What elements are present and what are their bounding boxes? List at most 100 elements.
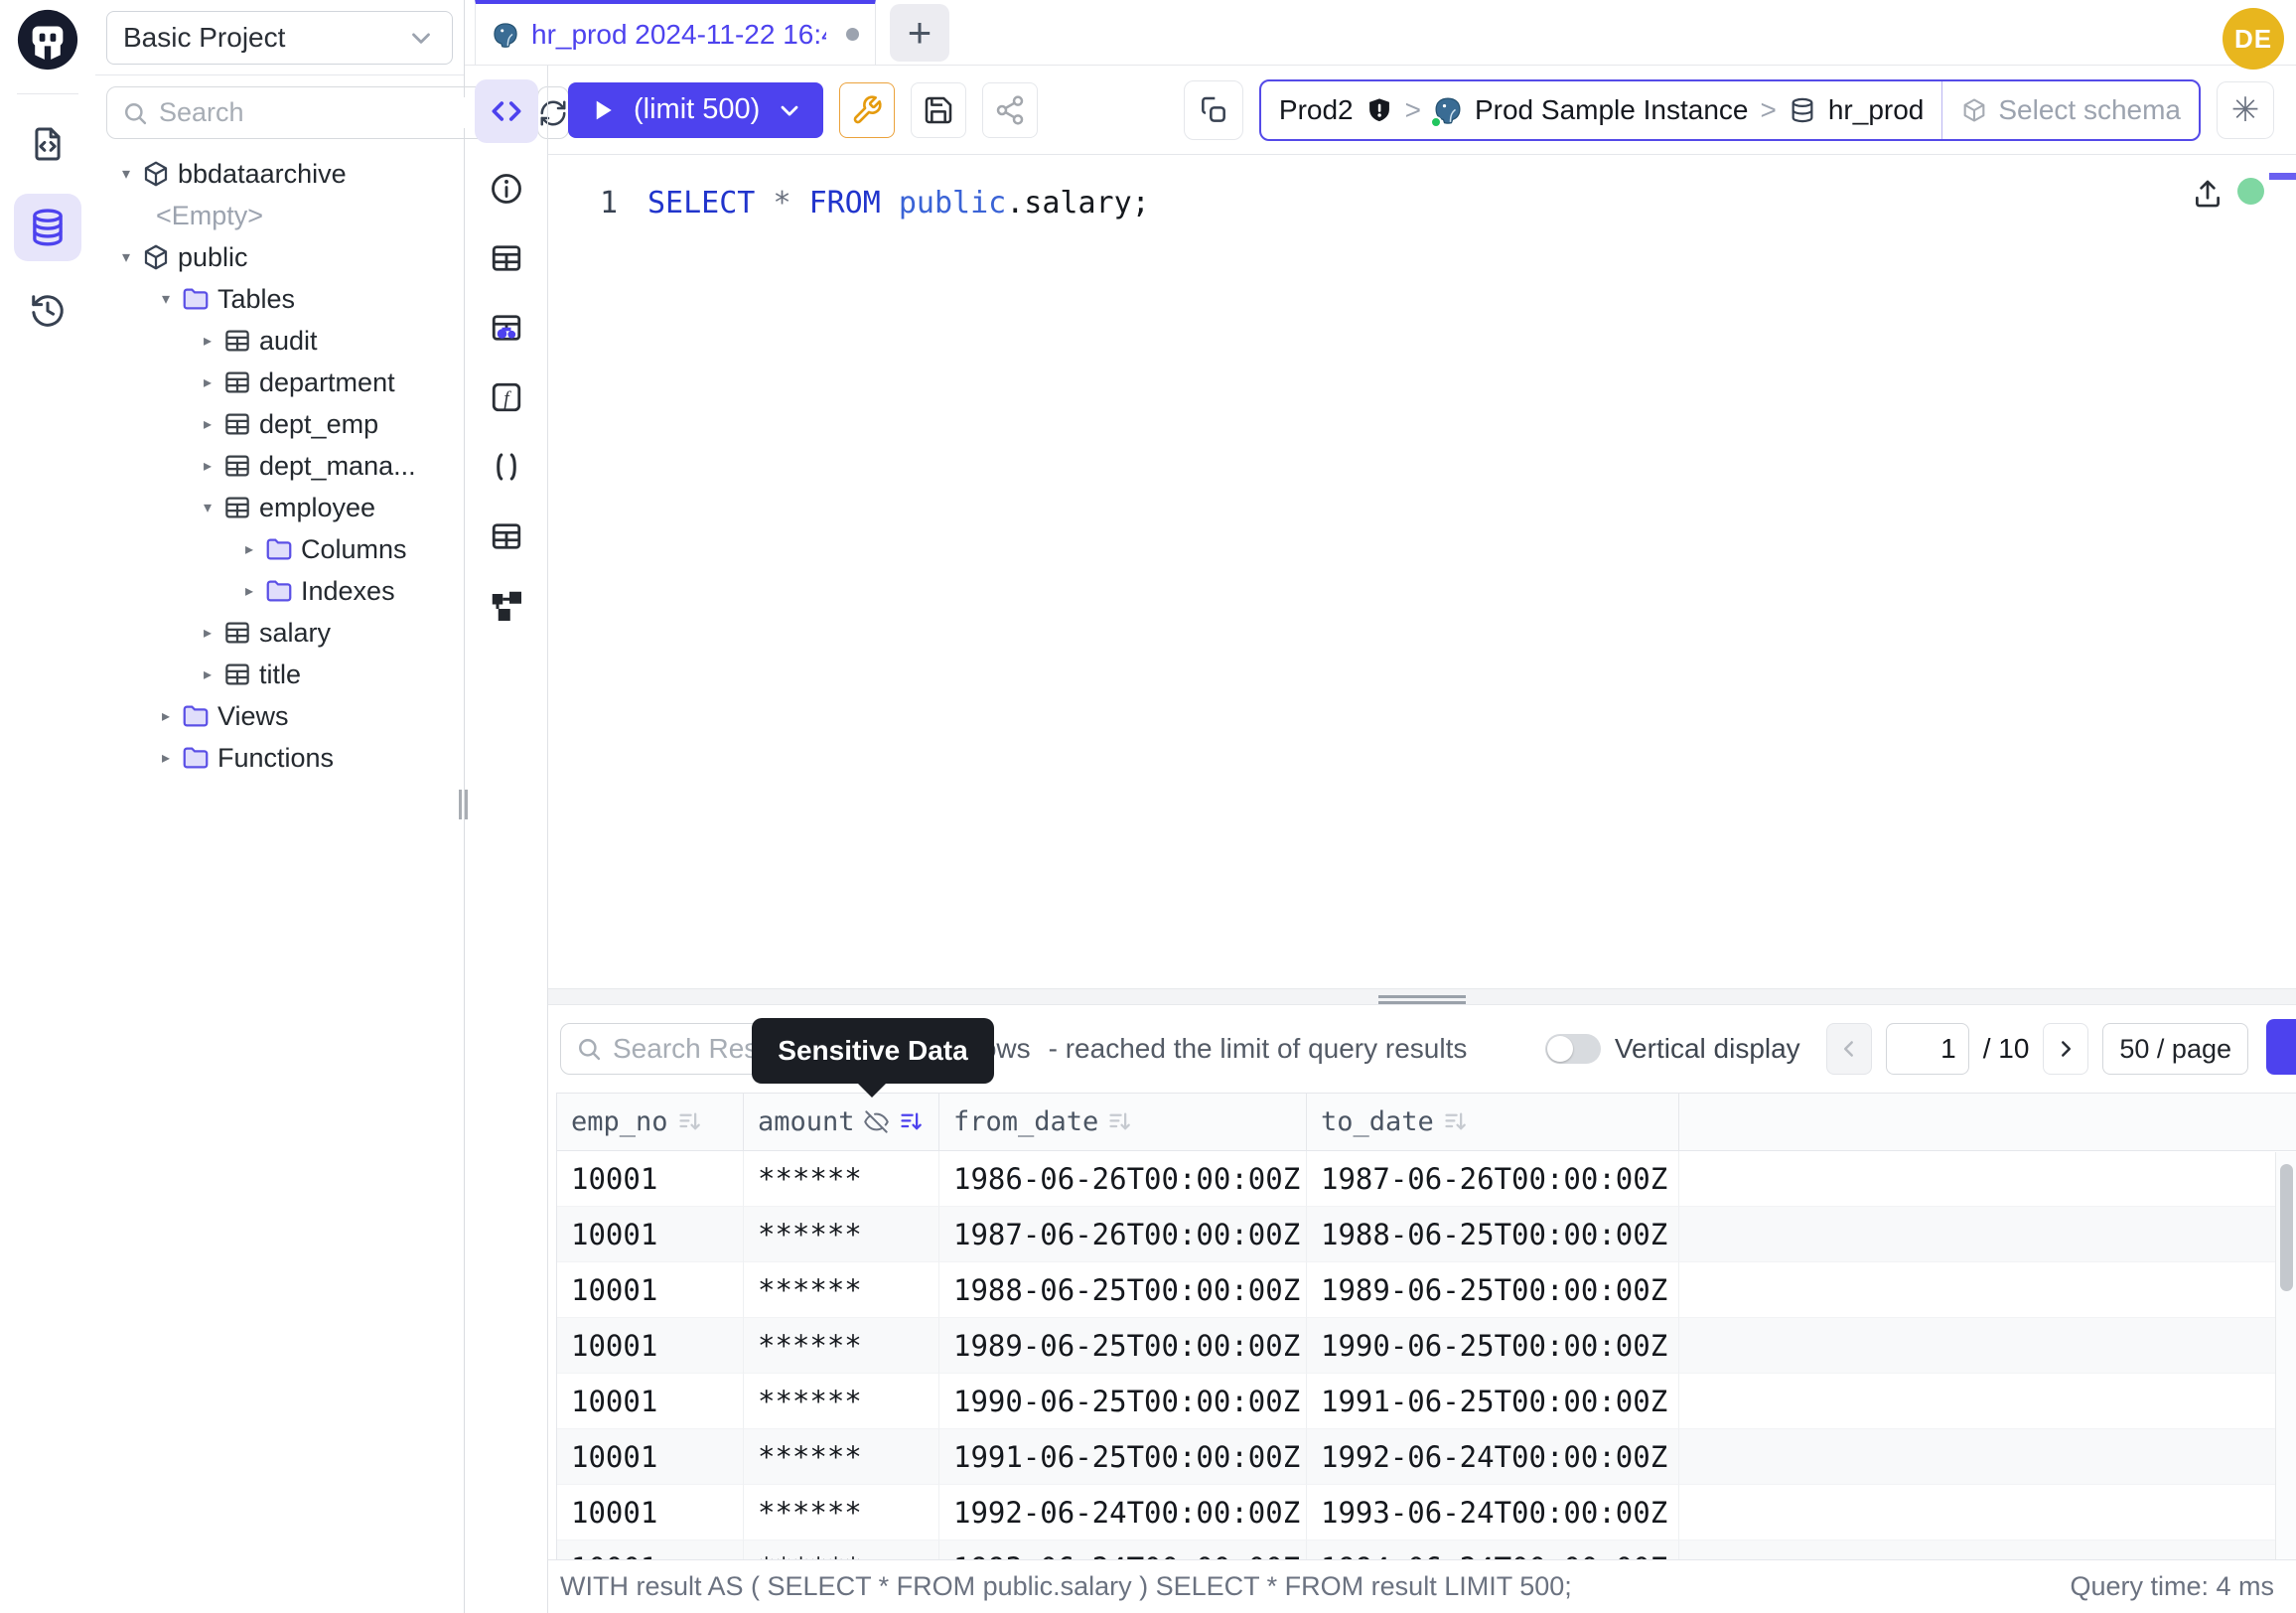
- column-name: from_date: [953, 1106, 1098, 1137]
- table-row[interactable]: 10001******1990-06-25T00:00:00Z1991-06-2…: [557, 1374, 2296, 1429]
- vertical-display-toggle[interactable]: [1545, 1034, 1601, 1064]
- tree-item-label: department: [259, 367, 395, 398]
- tree-item--empty-[interactable]: <Empty>: [95, 195, 464, 236]
- table-row[interactable]: 10001******1987-06-26T00:00:00Z1988-06-2…: [557, 1207, 2296, 1262]
- tree-item-columns[interactable]: ▸Columns: [95, 528, 464, 570]
- chevron-right-icon[interactable]: ▸: [195, 456, 220, 476]
- select-schema-button[interactable]: Select schema: [1941, 81, 2199, 139]
- chevron-right-icon[interactable]: ▸: [195, 623, 220, 643]
- share-sheet-button[interactable]: [982, 82, 1038, 138]
- table-row[interactable]: 10001******1991-06-25T00:00:00Z1992-06-2…: [557, 1429, 2296, 1485]
- chevron-right-icon[interactable]: ▸: [195, 331, 220, 351]
- chevron-right-icon[interactable]: ▸: [195, 414, 220, 434]
- sql-editor[interactable]: 1 SELECT * FROM public.salary;: [548, 155, 2296, 988]
- tree-item-indexes[interactable]: ▸Indexes: [95, 570, 464, 612]
- chevron-down-icon[interactable]: ▾: [113, 247, 139, 267]
- chevron-right-icon[interactable]: ▸: [195, 372, 220, 392]
- tree-item-bbdataarchive[interactable]: ▾ bbdataarchive: [95, 153, 464, 195]
- code-line: 1 SELECT * FROM public.salary;: [548, 181, 1150, 224]
- chevron-down-icon[interactable]: ▾: [153, 289, 179, 309]
- table-row[interactable]: 10001******1988-06-25T00:00:00Z1989-06-2…: [557, 1262, 2296, 1318]
- chevron-down-icon[interactable]: ▾: [195, 498, 220, 517]
- workspace-row: f: [465, 66, 2296, 1613]
- code-panel-button[interactable]: [475, 79, 538, 143]
- cell-to_date: 1989-06-25T00:00:00Z: [1307, 1262, 1679, 1318]
- sensitive-data-tooltip: Sensitive Data: [752, 1018, 994, 1084]
- info-icon[interactable]: [487, 169, 526, 209]
- masked-data-icon[interactable]: [487, 308, 526, 348]
- table-row[interactable]: 10001******1992-06-24T00:00:00Z1993-06-2…: [557, 1485, 2296, 1540]
- sort-icon[interactable]: [898, 1108, 925, 1135]
- tree-item-audit[interactable]: ▸audit: [95, 320, 464, 362]
- avatar[interactable]: DE: [2223, 8, 2284, 70]
- tree-item-dept-mana-[interactable]: ▸dept_mana...: [95, 445, 464, 487]
- sidebar-item-worksheets[interactable]: [14, 110, 81, 178]
- tree-item-label: bbdataarchive: [178, 159, 347, 190]
- cell-emp_no: 10001: [557, 1151, 744, 1207]
- tree-item-label: Views: [217, 701, 289, 732]
- save-sheet-button[interactable]: [911, 82, 966, 138]
- table-row[interactable]: 10001******1989-06-25T00:00:00Z1990-06-2…: [557, 1318, 2296, 1374]
- cell-amount: ******: [744, 1318, 939, 1374]
- connection-tools: Prod2 > Prod Sample Instance: [1184, 79, 2274, 141]
- cell-to_date: 1991-06-25T00:00:00Z: [1307, 1374, 1679, 1429]
- tree-item-public[interactable]: ▾public: [95, 236, 464, 278]
- chevron-right-icon[interactable]: ▸: [153, 706, 179, 726]
- sidebar-search-input[interactable]: [159, 97, 510, 128]
- table-row[interactable]: 10001******1986-06-26T00:00:00Z1987-06-2…: [557, 1151, 2296, 1207]
- share-icon: [994, 94, 1026, 126]
- schema-diagram-icon[interactable]: [487, 586, 526, 626]
- results-scrollbar-thumb[interactable]: [2280, 1164, 2293, 1291]
- column-header-amount[interactable]: amount: [744, 1094, 939, 1150]
- line-number: 1: [548, 186, 647, 220]
- sidebar-item-history[interactable]: [14, 277, 81, 345]
- chevron-right-icon[interactable]: ▸: [195, 664, 220, 684]
- page-number-input[interactable]: [1886, 1023, 1969, 1075]
- next-page-button[interactable]: [2043, 1023, 2088, 1075]
- column-header-emp_no[interactable]: emp_no: [557, 1094, 744, 1150]
- prev-page-button[interactable]: [1826, 1023, 1872, 1075]
- upload-sql-button[interactable]: [2191, 177, 2224, 211]
- external-tables-icon[interactable]: [487, 516, 526, 556]
- tree-item-dept-emp[interactable]: ▸dept_emp: [95, 403, 464, 445]
- table-row[interactable]: 10001******1993-06-24T00:00:00Z1994-06-2…: [557, 1540, 2296, 1559]
- project-selector[interactable]: Basic Project: [106, 11, 453, 65]
- column-header-from_date[interactable]: from_date: [939, 1094, 1307, 1150]
- chevron-right-icon[interactable]: ▸: [236, 581, 262, 601]
- format-sql-button[interactable]: [839, 82, 895, 138]
- panel-splitter[interactable]: [548, 988, 2296, 1005]
- tree-item-salary[interactable]: ▸salary: [95, 612, 464, 654]
- run-query-button[interactable]: (limit 500): [568, 82, 823, 138]
- sort-icon[interactable]: [1442, 1108, 1469, 1135]
- sort-icon[interactable]: [676, 1108, 703, 1135]
- chevron-right-icon[interactable]: ▸: [236, 539, 262, 559]
- cell-from_date: 1987-06-26T00:00:00Z: [939, 1207, 1307, 1262]
- page-size-select[interactable]: 50 / page: [2102, 1023, 2248, 1075]
- run-options-chevron-icon[interactable]: [776, 96, 803, 124]
- ai-assistant-button[interactable]: ✳: [2217, 81, 2274, 139]
- connection-target[interactable]: Prod2 > Prod Sample Instance: [1261, 94, 1941, 126]
- tree-item-title[interactable]: ▸title: [95, 654, 464, 695]
- column-header-to_date[interactable]: to_date: [1307, 1094, 1679, 1150]
- tree-item-views[interactable]: ▸ Views: [95, 695, 464, 737]
- tree-item-tables[interactable]: ▾Tables: [95, 278, 464, 320]
- scrollbar-marker: [2269, 173, 2296, 180]
- new-tab-button[interactable]: +: [890, 4, 949, 62]
- tab-worksheet[interactable]: hr_prod 2024-11-22 16:49: [475, 0, 876, 65]
- tree-item-employee[interactable]: ▾employee: [95, 487, 464, 528]
- eye-off-icon[interactable]: [863, 1108, 890, 1135]
- tables-icon[interactable]: [487, 238, 526, 278]
- sidebar-item-databases[interactable]: [14, 194, 81, 261]
- export-button[interactable]: [2266, 1019, 2296, 1075]
- chevron-down-icon[interactable]: ▾: [113, 164, 139, 184]
- chevron-right-icon[interactable]: ▸: [153, 748, 179, 768]
- tree-item-functions[interactable]: ▸Functions: [95, 737, 464, 779]
- batch-query-button[interactable]: [1184, 80, 1243, 140]
- functions-icon[interactable]: f: [487, 377, 526, 417]
- result-table-header: emp_noamount from_date to_date: [557, 1094, 2296, 1151]
- bytebase-logo-icon[interactable]: [16, 8, 79, 72]
- tree-item-department[interactable]: ▸ department: [95, 362, 464, 403]
- cell-emp_no: 10001: [557, 1374, 744, 1429]
- procedures-icon[interactable]: [487, 447, 526, 487]
- sort-icon[interactable]: [1106, 1108, 1133, 1135]
